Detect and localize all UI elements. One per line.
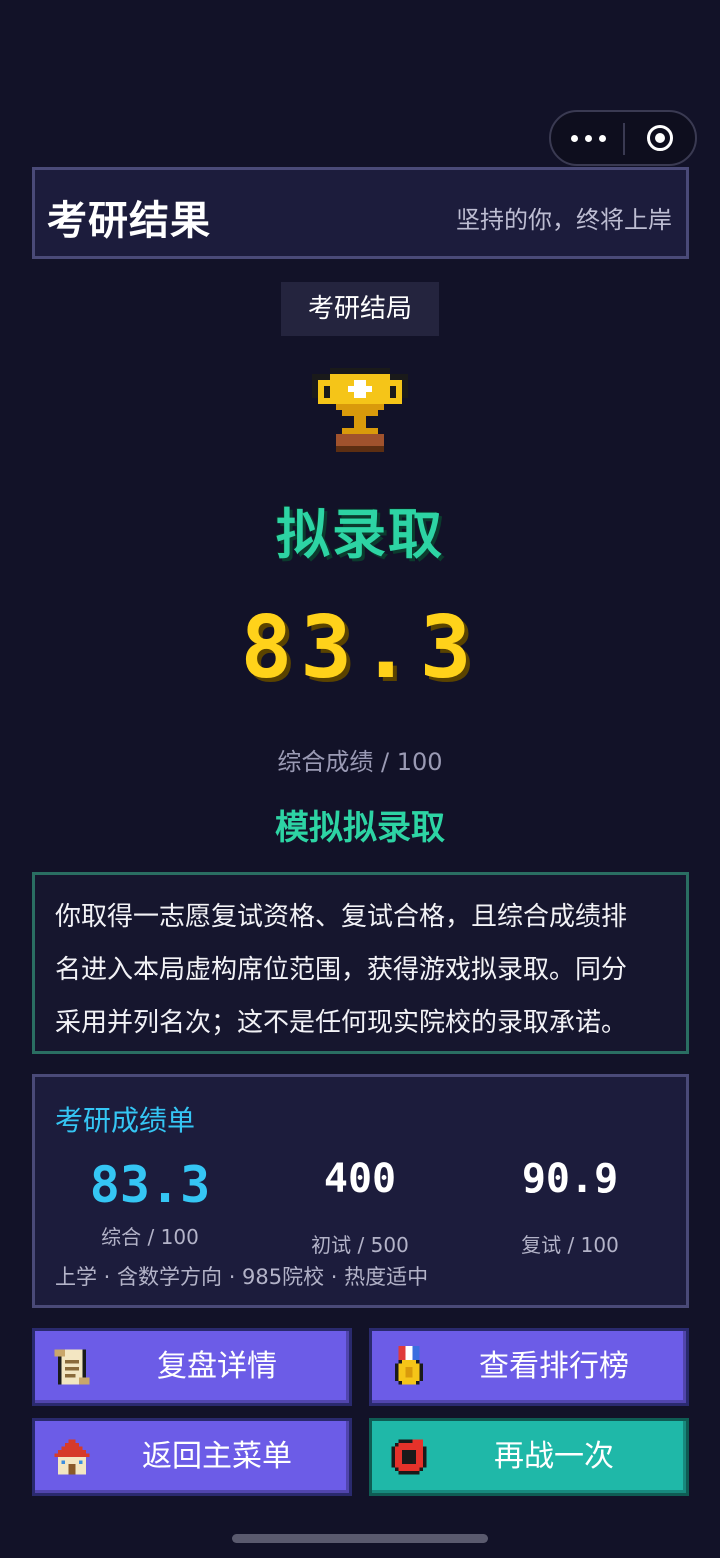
stat-retest: 90.9 复试 / 100: [475, 1149, 665, 1258]
stat-value: 400: [323, 1156, 397, 1202]
retry-icon: [391, 1439, 427, 1475]
notice-line: 名进入本局虚构席位范围，获得游戏拟录取。同分: [55, 955, 628, 985]
trophy-icon: [312, 368, 408, 452]
house-icon: [54, 1439, 90, 1475]
more-dots-icon[interactable]: [569, 126, 609, 150]
result-header: 考研结果 坚持的你，终将上岸: [32, 167, 689, 259]
stat-value: 90.9: [521, 1156, 619, 1202]
target-icon[interactable]: [647, 125, 673, 151]
review-button[interactable]: 复盘详情: [32, 1328, 352, 1406]
medal-icon: [395, 1346, 423, 1385]
leaderboard-button-label: 查看排行榜: [479, 1349, 629, 1384]
scroll-icon: [54, 1349, 90, 1385]
result-notice: 你取得一志愿复试资格、复试合格，且综合成绩排 名进入本局虚构席位范围，获得游戏拟…: [32, 872, 689, 1054]
ending-tag: 考研结局: [281, 282, 439, 336]
score-caption: 综合成绩 / 100: [277, 748, 443, 776]
page-subtitle: 坚持的你，终将上岸: [456, 206, 672, 234]
retry-button-label: 再战一次: [494, 1439, 614, 1474]
admission-status: 拟录取: [276, 503, 444, 566]
home-indicator[interactable]: [232, 1534, 488, 1543]
report-title: 考研成绩单: [55, 1104, 196, 1137]
page-title: 考研结果: [47, 198, 211, 244]
stat-composite: 83.3 综合 / 100: [55, 1155, 245, 1250]
main-menu-button-label: 返回主菜单: [142, 1439, 292, 1474]
stat-label: 综合 / 100: [101, 1225, 199, 1249]
retry-button[interactable]: 再战一次: [369, 1418, 689, 1496]
review-button-label: 复盘详情: [157, 1349, 277, 1384]
notice-line: 采用并列名次；这不是任何现实院校的录取承诺。: [55, 1008, 628, 1038]
report-meta: 上学 · 含数学方向 · 985院校 · 热度适中: [55, 1265, 429, 1289]
leaderboard-button[interactable]: 查看排行榜: [369, 1328, 689, 1406]
stat-label: 复试 / 100: [521, 1233, 619, 1257]
result-label: 模拟拟录取: [275, 808, 445, 848]
stat-value: 83.3: [89, 1156, 211, 1214]
stat-initial-exam: 400 初试 / 500: [265, 1149, 455, 1258]
total-score: 83.3: [240, 598, 480, 698]
capsule-divider: [623, 123, 625, 155]
mini-program-capsule: [549, 110, 697, 166]
stat-label: 初试 / 500: [311, 1233, 409, 1257]
notice-line: 你取得一志愿复试资格、复试合格，且综合成绩排: [55, 902, 628, 932]
score-report: 考研成绩单 83.3 综合 / 100 400 初试 / 500 90.9 复试…: [32, 1074, 689, 1308]
main-menu-button[interactable]: 返回主菜单: [32, 1418, 352, 1496]
